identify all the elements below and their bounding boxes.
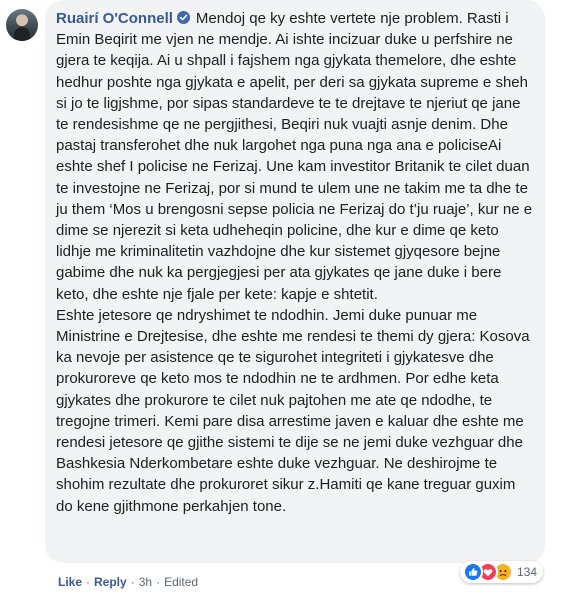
reaction-count: 134 — [516, 565, 537, 579]
verified-badge-icon — [176, 11, 190, 24]
comment-bubble: Ruairí O'Connell Mendoj qe ky eshte verte… — [45, 0, 545, 563]
reactions-summary[interactable]: 134 — [459, 561, 543, 583]
action-separator: · — [130, 575, 135, 589]
author-name[interactable]: Ruairí O'Connell — [56, 10, 173, 27]
action-separator: · — [156, 575, 161, 589]
comment-paragraph-2: Eshte jetesore qe ndryshimet te ndodhin.… — [56, 306, 530, 515]
author-avatar[interactable] — [6, 9, 38, 41]
comment-paragraph-1: Mendoj qe ky eshte vertete nje problem. … — [56, 10, 533, 303]
comment-text: Ruairí O'Connell Mendoj qe ky eshte verte… — [56, 8, 535, 517]
reply-link[interactable]: Reply — [94, 575, 127, 589]
edited-label[interactable]: Edited — [164, 575, 198, 589]
comment-timestamp[interactable]: 3h — [139, 575, 152, 589]
comment-actions: Like · Reply · 3h · Edited — [58, 575, 198, 589]
like-link[interactable]: Like — [58, 575, 82, 589]
like-reaction-icon — [462, 562, 483, 582]
action-separator: · — [86, 575, 91, 589]
